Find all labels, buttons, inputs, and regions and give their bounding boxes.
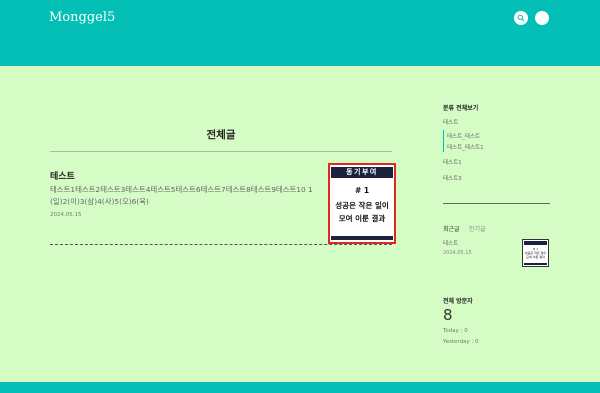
recent-post-date: 2024.05.15 xyxy=(443,250,472,256)
thumbnail-line-2: 모여 이룬 결과 xyxy=(338,214,386,223)
site-footer xyxy=(0,382,600,393)
site-logo[interactable]: Monggel5 xyxy=(49,10,115,25)
visitor-yesterday: Yesterday : 0 xyxy=(443,339,479,345)
post-divider xyxy=(50,244,392,245)
thumbnail-line-1: 성공은 작은 일이 xyxy=(335,201,389,210)
thumbnail-banner: 동기부여 xyxy=(331,167,393,178)
mini-thumb-banner xyxy=(524,241,547,245)
tab-recent[interactable]: 최근글 xyxy=(443,224,460,233)
thumbnail-number: # 1 xyxy=(354,186,370,195)
category-item-test3[interactable]: 테스트3 xyxy=(443,174,462,182)
title-divider xyxy=(50,151,392,152)
post-thumbnail[interactable]: 동기부여 # 1 성공은 작은 일이 모여 이룬 결과 xyxy=(328,163,396,244)
recent-post-title[interactable]: 테스트 xyxy=(443,239,458,247)
sidebar-divider xyxy=(443,203,550,204)
category-item-test-sub1[interactable]: 테스트_테스트1 xyxy=(447,143,484,151)
page-title: 전체글 xyxy=(206,129,236,141)
category-item-test-sub[interactable]: 테스트_테스트 xyxy=(447,132,480,140)
tab-popular[interactable]: 인기글 xyxy=(469,224,486,233)
subcategory-marker xyxy=(443,130,444,152)
mini-thumb-line-2: 모여 이룬 결과 xyxy=(526,255,545,259)
search-icon xyxy=(517,14,525,22)
visitor-total: 8 xyxy=(443,306,453,324)
mini-thumb-bar xyxy=(524,263,547,265)
search-button[interactable] xyxy=(514,11,528,25)
visitor-heading: 전체 방문자 xyxy=(443,298,473,305)
post-excerpt[interactable]: 테스트1테스트2테스트3테스트4테스트5테스트6테스트7테스트8테스트9테스트1… xyxy=(50,184,322,207)
site-header: Monggel5 xyxy=(0,0,600,66)
category-item-test1[interactable]: 테스트1 xyxy=(443,158,462,166)
post-date: 2024.05.15 xyxy=(50,212,82,218)
recent-post-thumbnail[interactable]: # 1 성공은 작은 일이 모여 이룬 결과 xyxy=(522,239,549,267)
category-all-link[interactable]: 분류 전체보기 xyxy=(443,103,478,112)
thumbnail-bottom-bar xyxy=(331,236,393,240)
visitor-today: Today : 0 xyxy=(443,328,468,334)
category-item-test[interactable]: 테스트 xyxy=(443,118,458,126)
post-title[interactable]: 테스트 xyxy=(50,169,75,182)
profile-button[interactable] xyxy=(535,11,549,25)
